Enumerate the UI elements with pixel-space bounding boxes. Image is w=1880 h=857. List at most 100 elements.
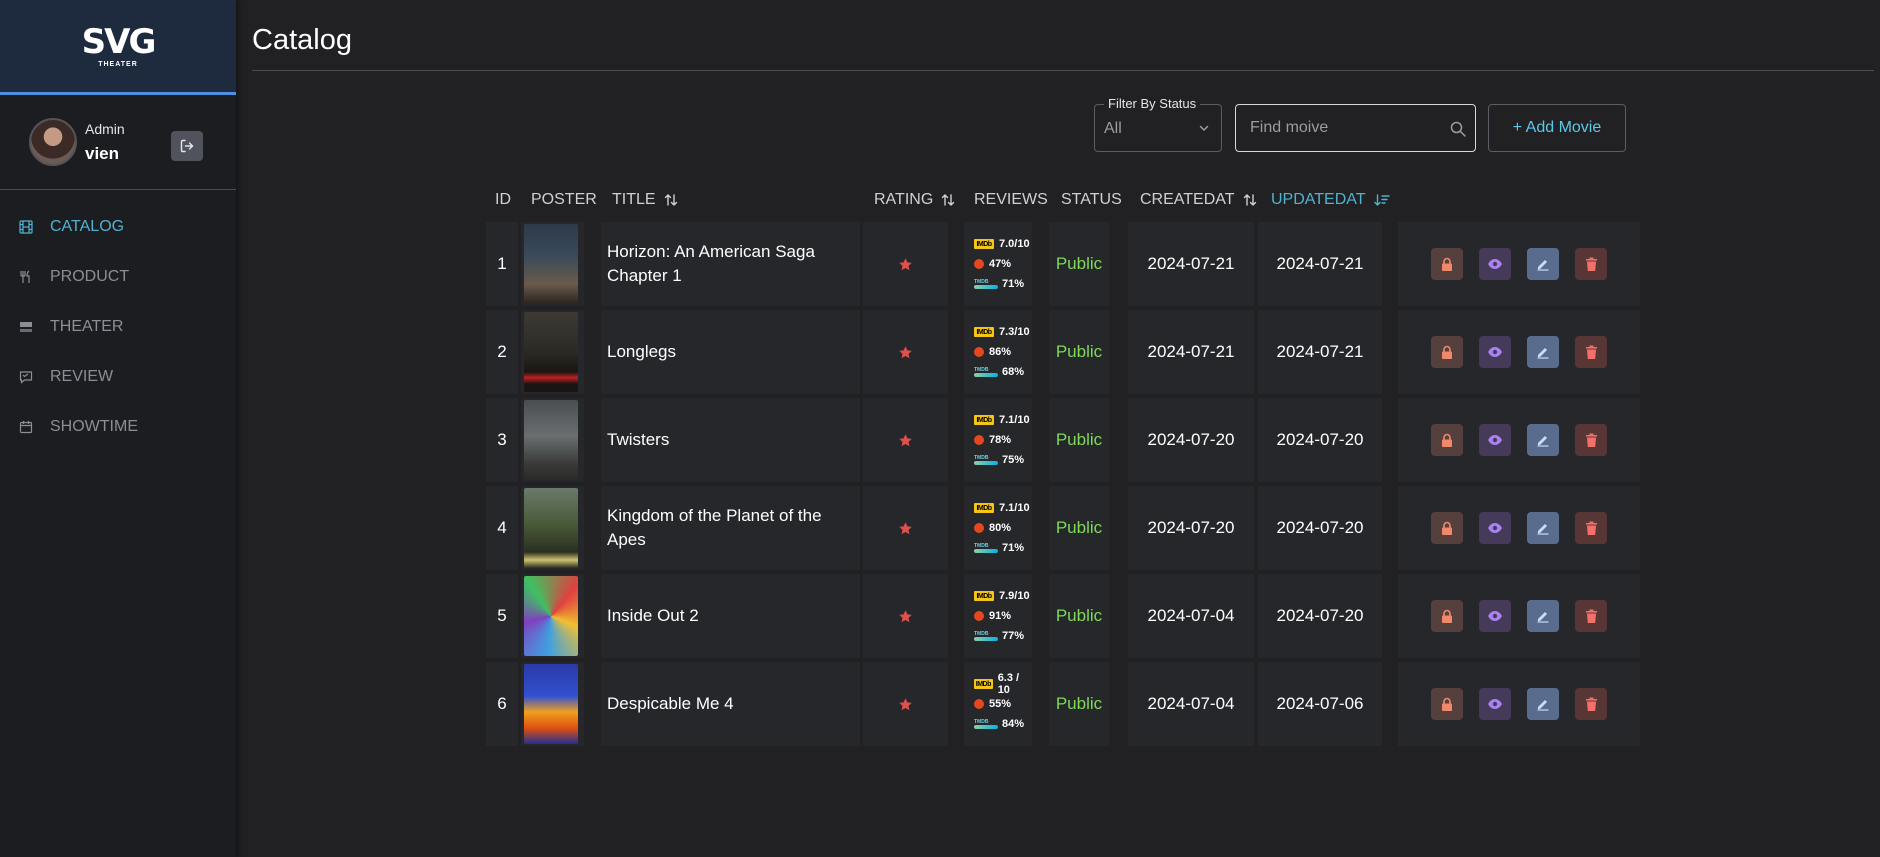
- sort-desc-icon[interactable]: [1373, 193, 1390, 207]
- tmdb-score: TMDB 71%: [974, 278, 1025, 290]
- star-icon[interactable]: [898, 345, 913, 360]
- edit-button[interactable]: [1527, 424, 1559, 456]
- lock-icon: [1442, 697, 1452, 711]
- view-button[interactable]: [1479, 336, 1511, 368]
- star-icon[interactable]: [898, 521, 913, 536]
- search-field: [1235, 104, 1476, 152]
- table-row: 5 Inside Out 2 IMDb 7.9/10 91% TMDB 77% Pu…: [486, 574, 1640, 662]
- film-icon: [18, 219, 34, 235]
- updated-date: 2024-07-20: [1258, 574, 1382, 658]
- created-date: 2024-07-04: [1128, 574, 1254, 658]
- edit-button[interactable]: [1527, 688, 1559, 720]
- search-icon[interactable]: [1449, 120, 1467, 138]
- movie-title: Inside Out 2: [601, 574, 860, 658]
- delete-button[interactable]: [1575, 688, 1607, 720]
- movie-poster[interactable]: [524, 664, 578, 744]
- delete-button[interactable]: [1575, 424, 1607, 456]
- sidebar-item-review[interactable]: REVIEW: [0, 352, 236, 402]
- status-filter-select[interactable]: Filter By Status All: [1094, 96, 1222, 152]
- table-row: 2 Longlegs IMDb 7.3/10 86% TMDB 68% Public…: [486, 310, 1640, 398]
- edit-button[interactable]: [1527, 336, 1559, 368]
- tomato-icon: [974, 699, 984, 709]
- rating-cell: [863, 310, 948, 394]
- sort-icon[interactable]: [1243, 193, 1257, 207]
- movie-poster[interactable]: [524, 312, 578, 392]
- imdb-score: IMDb 6.3 / 10: [974, 672, 1020, 696]
- logout-button[interactable]: [171, 131, 203, 161]
- view-button[interactable]: [1479, 248, 1511, 280]
- movie-poster[interactable]: [524, 224, 578, 304]
- imdb-score: IMDb 7.1/10: [974, 498, 1030, 518]
- rating-cell: [863, 486, 948, 570]
- lock-button[interactable]: [1431, 248, 1463, 280]
- movie-poster-cell: [521, 486, 584, 570]
- updated-date: 2024-07-20: [1258, 486, 1382, 570]
- pencil-icon: [1537, 436, 1549, 447]
- edit-button[interactable]: [1527, 248, 1559, 280]
- logo-text: SVG: [81, 21, 157, 62]
- lock-button[interactable]: [1431, 512, 1463, 544]
- add-movie-button[interactable]: + Add Movie: [1488, 104, 1626, 152]
- column-header-createdat[interactable]: CREATEDAT: [1140, 178, 1257, 222]
- sidebar-item-showtime[interactable]: SHOWTIME: [0, 402, 236, 452]
- edit-button[interactable]: [1527, 512, 1559, 544]
- sidebar-item-catalog[interactable]: CATALOG: [0, 202, 236, 252]
- brand-header: SVG THEATER: [0, 0, 236, 95]
- created-date: 2024-07-21: [1128, 310, 1254, 394]
- movie-id: 4: [486, 486, 518, 570]
- trash-icon: [1585, 609, 1597, 623]
- sidebar-item-label: THEATER: [50, 318, 124, 335]
- movie-id: 2: [486, 310, 518, 394]
- eye-icon: [1488, 699, 1502, 709]
- view-button[interactable]: [1479, 600, 1511, 632]
- sidebar-item-product[interactable]: PRODUCT: [0, 252, 236, 302]
- sort-icon[interactable]: [664, 193, 678, 207]
- actions-cell: [1398, 486, 1640, 570]
- reviews-cell: IMDb 7.1/10 78% TMDB 75%: [964, 398, 1032, 482]
- star-icon[interactable]: [898, 257, 913, 272]
- status-badge: Public: [1049, 662, 1109, 746]
- rating-cell: [863, 398, 948, 482]
- reviews-cell: IMDb 6.3 / 10 55% TMDB 84%: [964, 662, 1032, 746]
- column-header-updatedat[interactable]: UPDATEDAT: [1271, 178, 1390, 222]
- lock-button[interactable]: [1431, 600, 1463, 632]
- tomato-icon: [974, 523, 984, 533]
- sidebar-item-theater[interactable]: THEATER: [0, 302, 236, 352]
- sort-icon[interactable]: [941, 193, 955, 207]
- tmdb-score: TMDB 84%: [974, 718, 1025, 730]
- star-icon[interactable]: [898, 609, 913, 624]
- tomato-score: 80%: [974, 518, 1011, 538]
- star-icon[interactable]: [898, 697, 913, 712]
- column-header-rating[interactable]: RATING: [874, 178, 955, 222]
- delete-button[interactable]: [1575, 600, 1607, 632]
- movie-title: Twisters: [601, 398, 860, 482]
- movie-poster[interactable]: [524, 400, 578, 480]
- column-header-status: STATUS: [1061, 191, 1122, 208]
- lock-button[interactable]: [1431, 688, 1463, 720]
- delete-button[interactable]: [1575, 512, 1607, 544]
- star-icon[interactable]: [898, 433, 913, 448]
- search-input[interactable]: [1236, 105, 1475, 151]
- imdb-score: IMDb 7.0/10: [974, 234, 1030, 254]
- edit-button[interactable]: [1527, 600, 1559, 632]
- column-header-title[interactable]: TITLE: [612, 178, 678, 222]
- tmdb-score: TMDB 71%: [974, 542, 1025, 554]
- delete-button[interactable]: [1575, 336, 1607, 368]
- view-button[interactable]: [1479, 424, 1511, 456]
- view-button[interactable]: [1479, 688, 1511, 720]
- movie-poster[interactable]: [524, 576, 578, 656]
- svg-theater-logo[interactable]: SVG THEATER: [81, 21, 157, 68]
- sidebar: SVG THEATER Admin vien CATALOG PRODUCT T…: [0, 0, 236, 857]
- actions-cell: [1398, 310, 1640, 394]
- theater-icon: [18, 319, 34, 335]
- movie-id: 6: [486, 662, 518, 746]
- lock-button[interactable]: [1431, 336, 1463, 368]
- updated-date: 2024-07-21: [1258, 222, 1382, 306]
- movie-poster[interactable]: [524, 488, 578, 568]
- status-badge: Public: [1049, 574, 1109, 658]
- lock-button[interactable]: [1431, 424, 1463, 456]
- view-button[interactable]: [1479, 512, 1511, 544]
- table-body: 1 Horizon: An American Saga Chapter 1 IM…: [486, 222, 1640, 750]
- delete-button[interactable]: [1575, 248, 1607, 280]
- catalog-table: ID POSTER TITLE RATING REVIEWS STATUS CR…: [486, 178, 1640, 750]
